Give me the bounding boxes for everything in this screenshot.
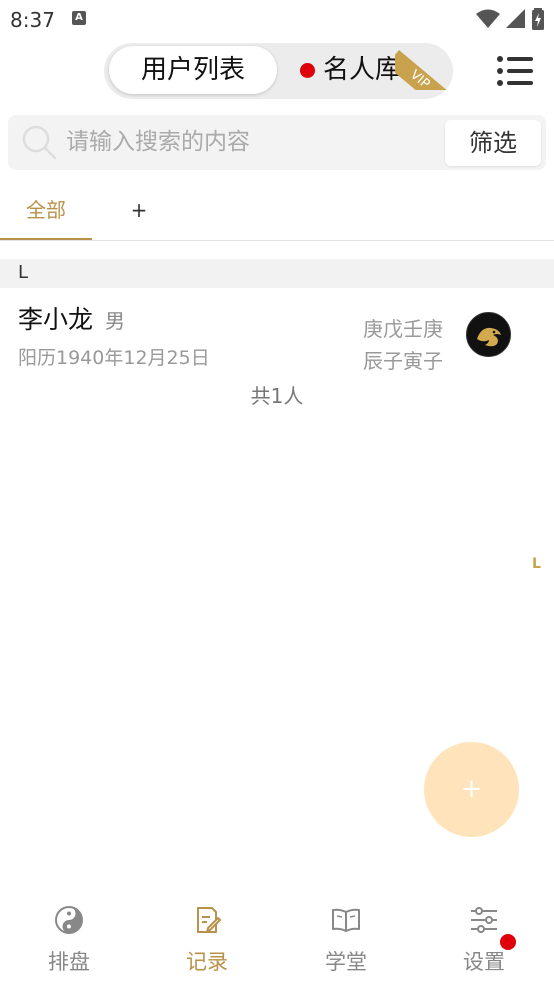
yin-yang-icon [55, 906, 83, 934]
vip-badge: VIP [395, 40, 455, 90]
filter-button[interactable]: 筛选 [445, 120, 541, 166]
nav-item-records[interactable]: 记录 [138, 895, 276, 985]
nav-label-paipan: 排盘 [48, 950, 90, 974]
nav-label-records: 记录 [186, 950, 228, 974]
nav-item-settings[interactable]: 设置 [415, 895, 553, 985]
status-bar: 8:37 A [0, 0, 554, 38]
search-bar: 筛选 [8, 115, 546, 170]
filter-button-label: 筛选 [469, 129, 517, 157]
notification-icon: A [72, 11, 86, 25]
add-group-label: + [130, 198, 148, 222]
add-group-button[interactable]: + [126, 188, 152, 232]
note-edit-icon [197, 907, 222, 933]
tab-all-label: 全部 [26, 198, 66, 222]
bottom-nav: 排盘 记录 学堂 设置 [0, 895, 554, 985]
book-icon [332, 908, 360, 932]
signal-icon [506, 9, 525, 28]
nav-item-school[interactable]: 学堂 [277, 895, 415, 985]
section-header: L [0, 259, 554, 288]
total-count: 共1人 [250, 384, 304, 408]
person-name: 李小龙 [18, 305, 94, 334]
tab-user-list-label: 用户列表 [140, 55, 245, 85]
add-record-label: + [460, 774, 483, 804]
wifi-icon [476, 9, 500, 28]
status-time: 8:37 [10, 8, 55, 32]
nav-label-settings: 设置 [463, 950, 505, 974]
bazi-stems: 庚戊壬庚 [363, 317, 443, 341]
nav-item-paipan[interactable]: 排盘 [0, 895, 138, 985]
search-icon [22, 125, 57, 160]
sliders-icon [471, 907, 497, 933]
tab-user-list[interactable]: 用户列表 [109, 46, 277, 94]
person-birth-date: 阳历1940年12月25日 [18, 347, 210, 369]
dragon-icon [477, 327, 501, 347]
battery-icon [532, 8, 544, 30]
avatar [466, 312, 511, 357]
status-icons [476, 8, 544, 30]
settings-badge-dot [500, 934, 516, 950]
tab-all[interactable]: 全部 [0, 188, 92, 240]
bazi-branches: 辰子寅子 [363, 349, 443, 373]
section-letter: L [18, 262, 29, 283]
alphabet-index-letter[interactable]: L [532, 556, 541, 572]
tab-celebrity-label: 名人库 [323, 55, 402, 85]
person-gender: 男 [105, 309, 125, 333]
vip-label: VIP [406, 67, 433, 90]
nav-label-school: 学堂 [325, 950, 367, 974]
new-indicator-dot [300, 62, 315, 78]
list-item[interactable]: 李小龙 男 阳历1940年12月25日 庚戊壬庚 辰子寅子 [0, 290, 554, 376]
tabs-divider [0, 240, 554, 241]
tab-celebrity-library[interactable]: 名人库 [300, 46, 401, 94]
search-input[interactable] [66, 115, 436, 170]
menu-list-icon[interactable] [497, 55, 533, 87]
add-record-button[interactable]: + [424, 742, 519, 837]
